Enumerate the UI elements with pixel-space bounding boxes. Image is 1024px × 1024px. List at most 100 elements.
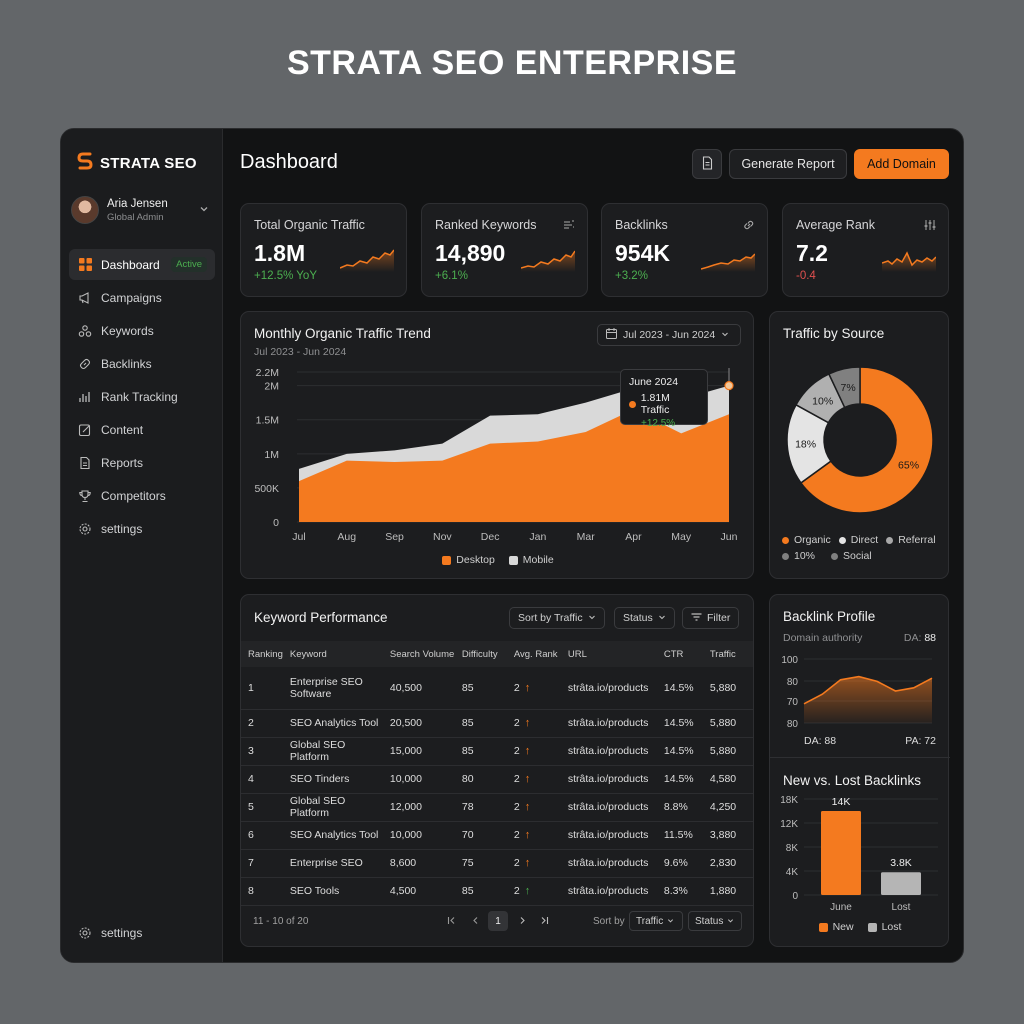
column-header[interactable]: Avg. Rank — [506, 641, 561, 667]
chevron-down-icon[interactable] — [199, 201, 209, 219]
link-icon — [78, 357, 92, 371]
table-cell: 1,880 — [702, 877, 753, 906]
tooltip-title: June 2024 — [629, 376, 679, 388]
y-tick-label: 0 — [792, 891, 798, 902]
stat-delta: +6.1% — [435, 270, 468, 282]
stat-card-backlinks[interactable]: Backlinks 954K +3.2% — [601, 203, 768, 297]
prev-page-icon[interactable] — [471, 916, 480, 928]
table-cell: Global SEO Platform — [282, 793, 383, 822]
table-cell: 80 — [454, 765, 507, 794]
brand[interactable]: STRATA SEO — [77, 151, 197, 176]
pagination-status-dropdown[interactable]: Status — [688, 911, 742, 931]
tooltip-delta: +12.5% — [641, 418, 676, 429]
table-row[interactable]: 1 Enterprise SEO Software 40,500 85 2 ↑ strâta… — [241, 667, 753, 710]
sidebar-item-label: Reports — [101, 455, 144, 470]
sort-traffic-dropdown[interactable]: Traffic — [629, 911, 683, 931]
table-row[interactable]: 5 Global SEO Platform 12,000 78 2 ↑ strâta.io/… — [241, 793, 753, 822]
sparkline — [521, 250, 575, 272]
table-cell: 4,500 — [382, 877, 455, 906]
table-cell: Enterprise SEO Software — [282, 667, 383, 710]
table-cell: 75 — [454, 849, 507, 878]
sidebar-item-content[interactable]: Content — [69, 414, 215, 445]
table-row[interactable]: 3 Global SEO Platform 15,000 85 2 ↑ strâta.io/… — [241, 737, 753, 766]
slice-label: 10% — [812, 395, 833, 407]
sidebar-item-dashboard[interactable]: Dashboard Active — [69, 249, 215, 280]
last-page-icon[interactable] — [540, 916, 549, 928]
sidebar-item-settings-bottom[interactable]: settings — [69, 917, 215, 948]
table-row[interactable]: 4 SEO Tinders 10,000 80 2 ↑ strâta.io/products… — [241, 765, 753, 794]
new-vs-lost-chart[interactable]: 0 4K 8K 12K 18K 14K June 3.8K Lost — [770, 793, 950, 923]
arrow-up-icon: ↑ — [524, 857, 531, 869]
da-summary: DA: 88 — [804, 735, 837, 747]
table-cell: strâta.io/products — [560, 667, 657, 710]
sidebar: STRATA SEO Aria Jensen Global Admin Dash… — [61, 129, 223, 962]
y-tick-label: 8K — [786, 843, 799, 854]
table-cell: 85 — [454, 709, 507, 738]
filter-list-icon — [563, 218, 575, 236]
sort-by-traffic-dropdown[interactable]: Sort by Traffic — [509, 607, 605, 629]
sidebar-item-rank-tracking[interactable]: Rank Tracking — [69, 381, 215, 412]
slice-label: 7% — [841, 382, 856, 394]
newlost-card-title: New vs. Lost Backlinks — [783, 773, 922, 788]
gear-icon — [78, 522, 92, 536]
sidebar-item-reports[interactable]: Reports — [69, 447, 215, 478]
sidebar-item-settings[interactable]: settings — [69, 513, 215, 544]
user-profile[interactable]: Aria Jensen Global Admin — [71, 193, 215, 227]
chevron-down-icon — [658, 612, 666, 624]
first-page-icon[interactable] — [447, 916, 456, 928]
slice-label: 18% — [795, 438, 816, 450]
stat-card-organic-traffic[interactable]: Total Organic Traffic 1.8M +12.5% YoY — [240, 203, 407, 297]
domain-authority-value: DA: 88 — [903, 632, 936, 644]
sidebar-item-keywords[interactable]: Keywords — [69, 315, 215, 346]
sidebar-item-label: Competitors — [101, 488, 166, 503]
stat-card-ranked-keywords[interactable]: Ranked Keywords 14,890 +6.1% — [421, 203, 588, 297]
sidebar-item-competitors[interactable]: Competitors — [69, 480, 215, 511]
add-domain-button[interactable]: Add Domain — [854, 149, 949, 179]
pa-summary: PA: 72 — [905, 735, 936, 747]
status-dropdown[interactable]: Status — [614, 607, 675, 629]
column-header[interactable]: Difficulty — [454, 641, 507, 667]
table-cell: 8 — [241, 877, 283, 906]
y-tick-label: 0 — [273, 517, 279, 529]
table-row[interactable]: 7 Enterprise SEO 8,600 75 2 ↑ strâta.io/produc… — [241, 849, 753, 878]
table-row[interactable]: 6 SEO Analytics Tool 10,000 70 2 ↑ strâta.io/p… — [241, 821, 753, 850]
generate-report-button[interactable]: Generate Report — [729, 149, 847, 179]
table-cell: 14.5% — [656, 709, 703, 738]
user-role: Global Admin — [107, 211, 164, 223]
column-header[interactable]: Search Volume — [382, 641, 455, 667]
sidebar-item-backlinks[interactable]: Backlinks — [69, 348, 215, 379]
arrow-up-icon: ↑ — [524, 745, 531, 757]
stat-card-average-rank[interactable]: Average Rank 7.2 -0.4 — [782, 203, 949, 297]
table-cell: 5,880 — [702, 667, 753, 710]
column-header[interactable]: Traffic — [702, 641, 753, 667]
sidebar-item-campaigns[interactable]: Campaigns — [69, 282, 215, 313]
column-header[interactable]: Keyword — [282, 641, 383, 667]
sparkline — [882, 251, 936, 272]
pagination: 11 - 10 of 20 1 Sort by Traffic Status — [241, 911, 753, 935]
traffic-source-card: Traffic by Source 65% 18% 10% 7% Organic Di… — [769, 311, 949, 579]
next-page-icon[interactable] — [518, 916, 527, 928]
x-tick-label: Sep — [385, 531, 404, 543]
export-document-button[interactable] — [692, 149, 722, 179]
link-icon — [743, 218, 755, 236]
table-cell: 85 — [454, 667, 507, 710]
stat-label: Backlinks — [615, 218, 668, 232]
table-row[interactable]: 2 SEO Analytics Tool 20,500 85 2 ↑ strâta.io/p… — [241, 709, 753, 738]
legend-new: New — [818, 921, 854, 933]
stat-delta: +3.2% — [615, 270, 648, 282]
traffic-source-donut[interactable]: 65% 18% 10% 7% — [770, 352, 950, 552]
legend-social: Social — [831, 550, 872, 562]
user-name: Aria Jensen — [107, 197, 168, 210]
document-icon — [78, 456, 92, 470]
trophy-icon — [78, 489, 92, 503]
current-page-button[interactable]: 1 — [488, 911, 508, 931]
filter-button[interactable]: Filter — [682, 607, 740, 629]
column-header[interactable]: CTR — [656, 641, 703, 667]
column-header[interactable]: URL — [560, 641, 657, 667]
table-cell: 15,000 — [382, 737, 455, 766]
column-header[interactable]: Ranking — [241, 641, 283, 667]
table-row[interactable]: 8 SEO Tools 4,500 85 2 ↑ strâta.io/products 8.3… — [241, 877, 753, 906]
y-tick-label: 500K — [254, 483, 279, 495]
legend-direct: Direct — [838, 534, 878, 546]
traffic-trend-chart[interactable]: 0 500K 1M 1.5M 2M 2.2M Jul Aug Sep Nov Dec Jan Mar Ap… — [241, 312, 755, 580]
